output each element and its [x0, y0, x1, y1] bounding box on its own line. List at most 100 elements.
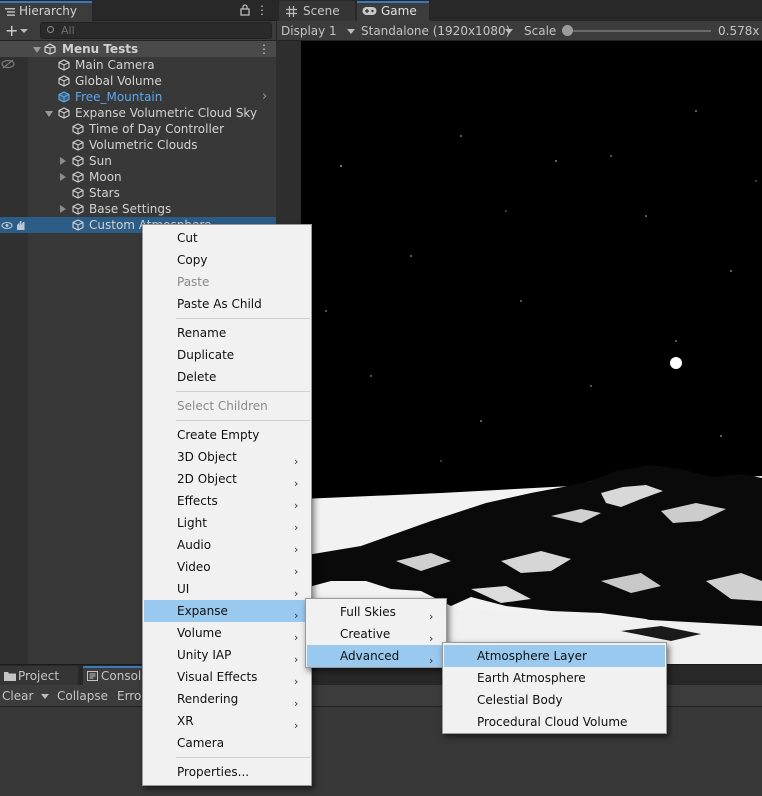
- eye-icon[interactable]: [1, 221, 13, 230]
- menu-item-camera[interactable]: Camera: [144, 732, 310, 754]
- menu-item-paste-as-child[interactable]: Paste As Child: [144, 293, 310, 315]
- gameobject-cube-icon: [72, 155, 84, 167]
- menu-item-creative[interactable]: Creative ›: [307, 623, 445, 645]
- hierarchy-item-time-of-day-controller[interactable]: Time of Day Controller: [0, 121, 276, 137]
- menu-item-video[interactable]: Video ›: [144, 556, 310, 578]
- menu-item-label: Delete: [177, 370, 217, 384]
- scene-row[interactable]: Menu Tests ⋮: [0, 41, 276, 57]
- open-prefab-chevron-icon[interactable]: ›: [262, 89, 267, 105]
- menu-item-celestial-body[interactable]: Celestial Body: [444, 689, 665, 711]
- collapse-arrow-icon[interactable]: [60, 157, 66, 165]
- collapse-arrow-icon[interactable]: [60, 173, 66, 181]
- scale-slider-handle[interactable]: [562, 25, 573, 36]
- menu-item-rename[interactable]: Rename: [144, 322, 310, 344]
- menu-item-create-empty[interactable]: Create Empty: [144, 424, 310, 446]
- hierarchy-item-base-settings[interactable]: Base Settings: [0, 201, 276, 217]
- console-icon: [87, 671, 98, 681]
- menu-item-audio[interactable]: Audio ›: [144, 534, 310, 556]
- collapse-arrow-icon[interactable]: [60, 205, 66, 213]
- chevron-down-icon: [20, 29, 28, 33]
- expand-arrow-icon[interactable]: [33, 47, 41, 53]
- hierarchy-item-label: Moon: [89, 170, 122, 184]
- menu-item-label: Volume: [177, 626, 222, 640]
- menu-item-2d-object[interactable]: 2D Object ›: [144, 468, 310, 490]
- menu-item-cut[interactable]: Cut: [144, 227, 310, 249]
- expand-arrow-icon[interactable]: [45, 111, 53, 117]
- tab-project[interactable]: Project: [0, 666, 78, 686]
- menu-item-copy[interactable]: Copy: [144, 249, 310, 271]
- game-render: [301, 41, 762, 664]
- pickable-hand-icon[interactable]: [15, 220, 26, 231]
- menu-item-label: Atmosphere Layer: [477, 649, 587, 663]
- menu-item-earth-atmosphere[interactable]: Earth Atmosphere: [444, 667, 665, 689]
- game-viewport[interactable]: [301, 41, 762, 664]
- menu-item-duplicate[interactable]: Duplicate: [144, 344, 310, 366]
- create-button[interactable]: +: [3, 22, 29, 40]
- chevron-down-icon: [347, 29, 355, 34]
- menu-item-paste: Paste: [144, 271, 310, 293]
- menu-item-label: Light: [177, 516, 207, 530]
- hierarchy-item-volumetric-clouds[interactable]: Volumetric Clouds: [0, 137, 276, 153]
- gameobject-cube-icon: [58, 107, 70, 119]
- hierarchy-item-free-mountain[interactable]: Free_Mountain ›: [0, 89, 276, 105]
- hierarchy-item-label: Stars: [89, 186, 120, 200]
- menu-item-unity-iap[interactable]: Unity IAP ›: [144, 644, 310, 666]
- collapse-button[interactable]: Collapse: [55, 685, 110, 707]
- hierarchy-item-expanse-cloud-sky[interactable]: Expanse Volumetric Cloud Sky: [0, 105, 276, 121]
- display-dropdown[interactable]: Display 1: [281, 21, 357, 41]
- menu-item-properties[interactable]: Properties...: [144, 761, 310, 783]
- hierarchy-item-stars[interactable]: Stars: [0, 185, 276, 201]
- menu-item-label: Select Children: [177, 399, 268, 413]
- resolution-dropdown[interactable]: Standalone (1920x1080): [361, 21, 515, 41]
- menu-item-atmosphere-layer[interactable]: Atmosphere Layer: [444, 645, 665, 667]
- menu-item-3d-object[interactable]: 3D Object ›: [144, 446, 310, 468]
- menu-item-procedural-cloud-volume[interactable]: Procedural Cloud Volume: [444, 711, 665, 733]
- menu-item-ui[interactable]: UI ›: [144, 578, 310, 600]
- advanced-submenu: Atmosphere Layer Earth Atmosphere Celestia…: [442, 642, 667, 734]
- hierarchy-item-main-camera[interactable]: Main Camera: [0, 57, 276, 73]
- expanse-submenu: Full Skies › Creative › Advanced ›: [305, 598, 447, 668]
- menu-item-label: Camera: [177, 736, 225, 750]
- hierarchy-item-label: Time of Day Controller: [89, 122, 225, 136]
- context-menu: Cut Copy Paste Paste As Child Rename Duplicat…: [142, 224, 312, 786]
- tab-project-label: Project: [18, 669, 60, 683]
- menu-item-effects[interactable]: Effects ›: [144, 490, 310, 512]
- menu-item-xr[interactable]: XR ›: [144, 710, 310, 732]
- menu-separator: [176, 391, 310, 392]
- grid-icon: [286, 6, 297, 17]
- menu-item-rendering[interactable]: Rendering ›: [144, 688, 310, 710]
- menu-item-label: Paste: [177, 275, 210, 289]
- menu-item-volume[interactable]: Volume ›: [144, 622, 310, 644]
- search-placeholder: All: [61, 24, 75, 37]
- gameobject-cube-icon: [72, 203, 84, 215]
- scale-slider-track[interactable]: [567, 30, 711, 32]
- gameobject-cube-icon: [72, 187, 84, 199]
- hierarchy-item-label: Global Volume: [75, 74, 162, 88]
- kebab-menu-icon[interactable]: ⋮: [255, 0, 269, 20]
- menu-item-light[interactable]: Light ›: [144, 512, 310, 534]
- menu-item-label: Create Empty: [177, 428, 260, 442]
- lock-icon[interactable]: [238, 0, 252, 22]
- search-icon: [47, 26, 54, 33]
- gamepad-icon: [362, 7, 377, 15]
- menu-item-visual-effects[interactable]: Visual Effects ›: [144, 666, 310, 688]
- menu-separator: [176, 318, 310, 319]
- scene-options-icon[interactable]: ⋮: [258, 41, 270, 57]
- hierarchy-item-moon[interactable]: Moon: [0, 169, 276, 185]
- hierarchy-item-sun[interactable]: Sun: [0, 153, 276, 169]
- clear-button[interactable]: Clear: [0, 685, 52, 707]
- tab-game[interactable]: Game: [357, 1, 429, 21]
- search-input[interactable]: All: [40, 22, 272, 39]
- tab-hierarchy[interactable]: Hierarchy: [0, 1, 92, 21]
- sun-disc: [670, 357, 682, 369]
- resolution-value: Standalone (1920x1080): [361, 24, 511, 38]
- menu-item-advanced[interactable]: Advanced ›: [307, 645, 445, 667]
- hierarchy-item-global-volume[interactable]: Global Volume: [0, 73, 276, 89]
- menu-item-full-skies[interactable]: Full Skies ›: [307, 601, 445, 623]
- gameobject-cube-icon: [72, 219, 84, 231]
- menu-item-select-children: Select Children: [144, 395, 310, 417]
- menu-item-label: Advanced: [340, 649, 400, 663]
- menu-item-expanse[interactable]: Expanse ›: [144, 600, 310, 622]
- menu-item-delete[interactable]: Delete: [144, 366, 310, 388]
- tab-scene[interactable]: Scene: [279, 1, 355, 21]
